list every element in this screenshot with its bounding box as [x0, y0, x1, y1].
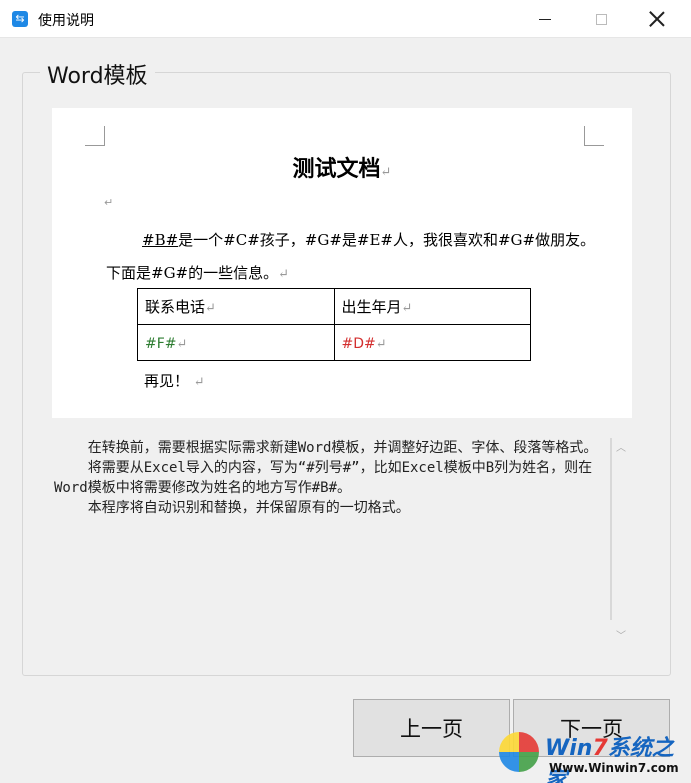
watermark: Win7系统之家 Www.Winwin7.com: [497, 728, 691, 783]
scroll-up-icon[interactable]: ︿: [614, 442, 628, 456]
close-button[interactable]: [629, 0, 685, 38]
description-box[interactable]: 在转换前，需要根据实际需求新建Word模板，并调整好边距、字体、段落等格式。 将…: [52, 438, 632, 650]
minimize-icon: [539, 18, 551, 20]
description-scrollbar[interactable]: ︿ ﹀: [610, 438, 632, 648]
watermark-brand: Win7系统之家: [545, 736, 674, 783]
page-corner-mark: [85, 126, 105, 146]
table-cell-f: #F#↵: [137, 324, 335, 361]
doc-paragraph: #B#是一个#C#孩子，#G#是#E#人，我很喜欢和#G#做朋友。下面是#G#的…: [106, 224, 596, 291]
group-legend: Word模板: [40, 58, 155, 90]
doc-title-text: 测试文档: [292, 156, 381, 182]
title-bar: ⇆ 使用说明: [0, 0, 691, 38]
document-preview: 测试文档↵ ↵ #B#是一个#C#孩子，#G#是#E#人，我很喜欢和#G#做朋友…: [52, 108, 632, 418]
watermark-url: Www.Winwin7.com: [549, 761, 679, 775]
window-title: 使用说明: [38, 13, 94, 29]
maximize-button[interactable]: [573, 0, 629, 38]
paragraph-text: 是一个#C#孩子，#G#是#E#人，我很喜欢和#G#做朋友。下面是#G#的一些信…: [106, 231, 596, 282]
scroll-down-icon[interactable]: ﹀: [614, 630, 628, 644]
table-cell-d: #D#↵: [333, 324, 531, 361]
doc-closing: 再见！ ↵: [144, 372, 205, 390]
description-text: 在转换前，需要根据实际需求新建Word模板，并调整好边距、字体、段落等格式。 将…: [54, 440, 598, 516]
close-icon: [649, 11, 665, 27]
minimize-button[interactable]: [517, 0, 573, 38]
return-mark: ↵: [380, 165, 392, 180]
doc-title: 测试文档↵: [52, 151, 632, 183]
page-corner-mark: [584, 126, 604, 146]
scroll-track[interactable]: [610, 438, 612, 620]
doc-table: 联系电话↵ 出生年月↵ #F#↵ #D#↵: [137, 288, 531, 361]
placeholder-b: #B#: [142, 231, 179, 249]
empty-line-return-mark: ↵: [104, 196, 114, 209]
previous-page-button[interactable]: 上一页: [353, 699, 510, 757]
return-mark: ↵: [278, 267, 290, 282]
maximize-icon: [595, 13, 607, 25]
app-icon: ⇆: [12, 11, 28, 27]
windows-logo-icon: [499, 732, 539, 772]
table-header-birth: 出生年月↵: [333, 288, 531, 325]
table-header-phone: 联系电话↵: [137, 288, 335, 325]
